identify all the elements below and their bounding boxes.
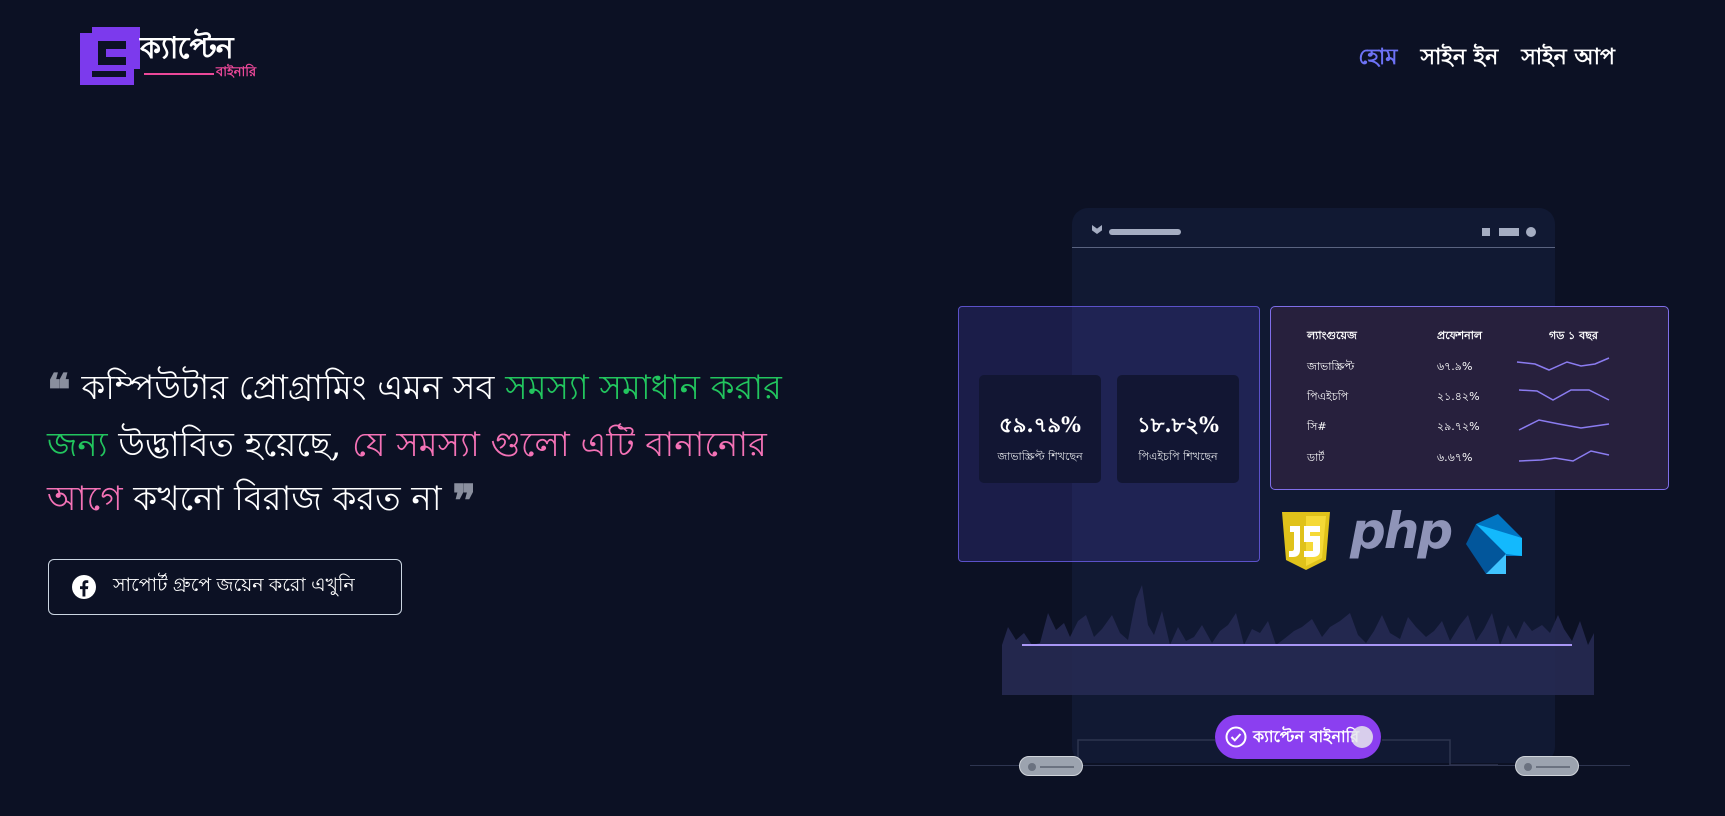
stats-panel: ৫৯.৭৯% জাভাস্ক্রিপ্ট শিখছেন ১৮.৮২% পিএইচ… xyxy=(958,306,1260,562)
table-cell-value: ৬.৬৭% xyxy=(1437,451,1473,464)
quote-part-3: কখনো বিরাজ করত না xyxy=(122,479,442,519)
nav-sign-up[interactable]: সাইন আপ xyxy=(1521,40,1615,77)
badge-label: ক্যাপ্টেন বাইনারি xyxy=(1253,726,1360,746)
table-row: জাভাস্ক্রিপ্ট ৬৭.৯% xyxy=(1271,357,1668,378)
nav-home[interactable]: হোম xyxy=(1358,40,1397,77)
captain-binary-badge: ক্যাপ্টেন বাইনারি xyxy=(1215,715,1381,759)
browser-logo-icon xyxy=(1092,225,1102,234)
brand-logo[interactable]: ক্যাপ্টেন বাইনারি xyxy=(78,24,288,86)
stat-percent: ১৮.৮২% xyxy=(1137,412,1219,437)
join-support-group-button[interactable]: সাপোর্ট গ্রুপে জয়েন করো এখুনি xyxy=(48,559,402,615)
sparkline-icon xyxy=(1518,389,1610,401)
table-cell-language: সি# xyxy=(1307,420,1327,433)
table-row: পিএইচপি ২১.৪২% xyxy=(1271,388,1668,408)
open-quote-icon: ❝ xyxy=(47,365,71,416)
stat-card-php: ১৮.৮২% পিএইচপি শিখছেন xyxy=(1117,375,1239,483)
language-table: ল্যাংগুয়েজ প্রফেশনাল গড ১ বছর জাভাস্ক্র… xyxy=(1270,306,1669,490)
close-quote-icon: ❞ xyxy=(452,476,477,527)
quote-part-1: কম্পিউটার প্রোগ্রামিং এমন সব xyxy=(81,368,506,408)
table-cell-value: ২১.৪২% xyxy=(1437,390,1480,403)
toggle-pill-left xyxy=(1019,756,1083,776)
sparkline-icon xyxy=(1518,450,1610,462)
table-cell-language: পিএইচপি xyxy=(1307,390,1349,403)
sparkline-icon xyxy=(1518,419,1610,431)
table-header: গড ১ বছর xyxy=(1549,329,1598,342)
logo-subtitle: বাইনারি xyxy=(216,65,257,80)
stat-percent: ৫৯.৭৯% xyxy=(999,412,1081,437)
stat-card-javascript: ৫৯.৭৯% জাভাস্ক্রিপ্ট শিখছেন xyxy=(979,375,1101,483)
browser-close-icon xyxy=(1526,227,1536,237)
table-row: ডার্ট ৬.৬৭% xyxy=(1271,449,1668,469)
check-circle-icon xyxy=(1225,726,1247,748)
table-cell-language: ডার্ট xyxy=(1307,451,1325,464)
facebook-icon xyxy=(72,575,96,599)
table-row: সি# ২৯.৭২% xyxy=(1271,418,1668,438)
hero-quote: ❝ কম্পিউটার প্রোগ্রামিং এমন সব সমস্যা সম… xyxy=(47,361,807,529)
browser-maximize-icon xyxy=(1499,228,1519,236)
php-logo-icon: php xyxy=(1350,502,1453,560)
browser-minimize-icon xyxy=(1482,228,1490,236)
table-header-row: ল্যাংগুয়েজ প্রফেশনাল গড ১ বছর xyxy=(1271,327,1668,347)
javascript-logo-icon xyxy=(1282,512,1330,570)
logo-mark-icon xyxy=(80,27,140,85)
traffic-wave-graph xyxy=(1002,585,1594,695)
nav-sign-in[interactable]: সাইন ইন xyxy=(1421,40,1499,77)
stat-label: পিএইচপি শিখছেন xyxy=(1138,450,1218,463)
sparkline-icon xyxy=(1516,357,1610,371)
table-cell-language: জাভাস্ক্রিপ্ট xyxy=(1307,360,1355,373)
table-header: প্রফেশনাল xyxy=(1437,329,1483,342)
hero-illustration: ৫৯.৭৯% জাভাস্ক্রিপ্ট শিখছেন ১৮.৮২% পিএইচ… xyxy=(950,200,1680,790)
logo-underline xyxy=(144,73,214,75)
table-cell-value: ৬৭.৯% xyxy=(1437,360,1473,373)
table-header: ল্যাংগুয়েজ xyxy=(1307,329,1357,342)
dart-logo-icon xyxy=(1466,514,1522,574)
stat-label: জাভাস্ক্রিপ্ট শিখছেন xyxy=(997,450,1083,463)
quote-part-2: উদ্ভাবিত হয়েছে, xyxy=(107,425,353,465)
join-support-group-label: সাপোর্ট গ্রুপে জয়েন করো এখুনি xyxy=(113,575,355,596)
browser-address-bar xyxy=(1109,229,1181,235)
table-cell-value: ২৯.৭২% xyxy=(1437,420,1480,433)
toggle-pill-right xyxy=(1515,756,1579,776)
main-nav: হোম সাইন ইন সাইন আপ xyxy=(1358,40,1615,77)
badge-avatar xyxy=(1351,726,1373,748)
browser-titlebar xyxy=(1072,208,1555,248)
